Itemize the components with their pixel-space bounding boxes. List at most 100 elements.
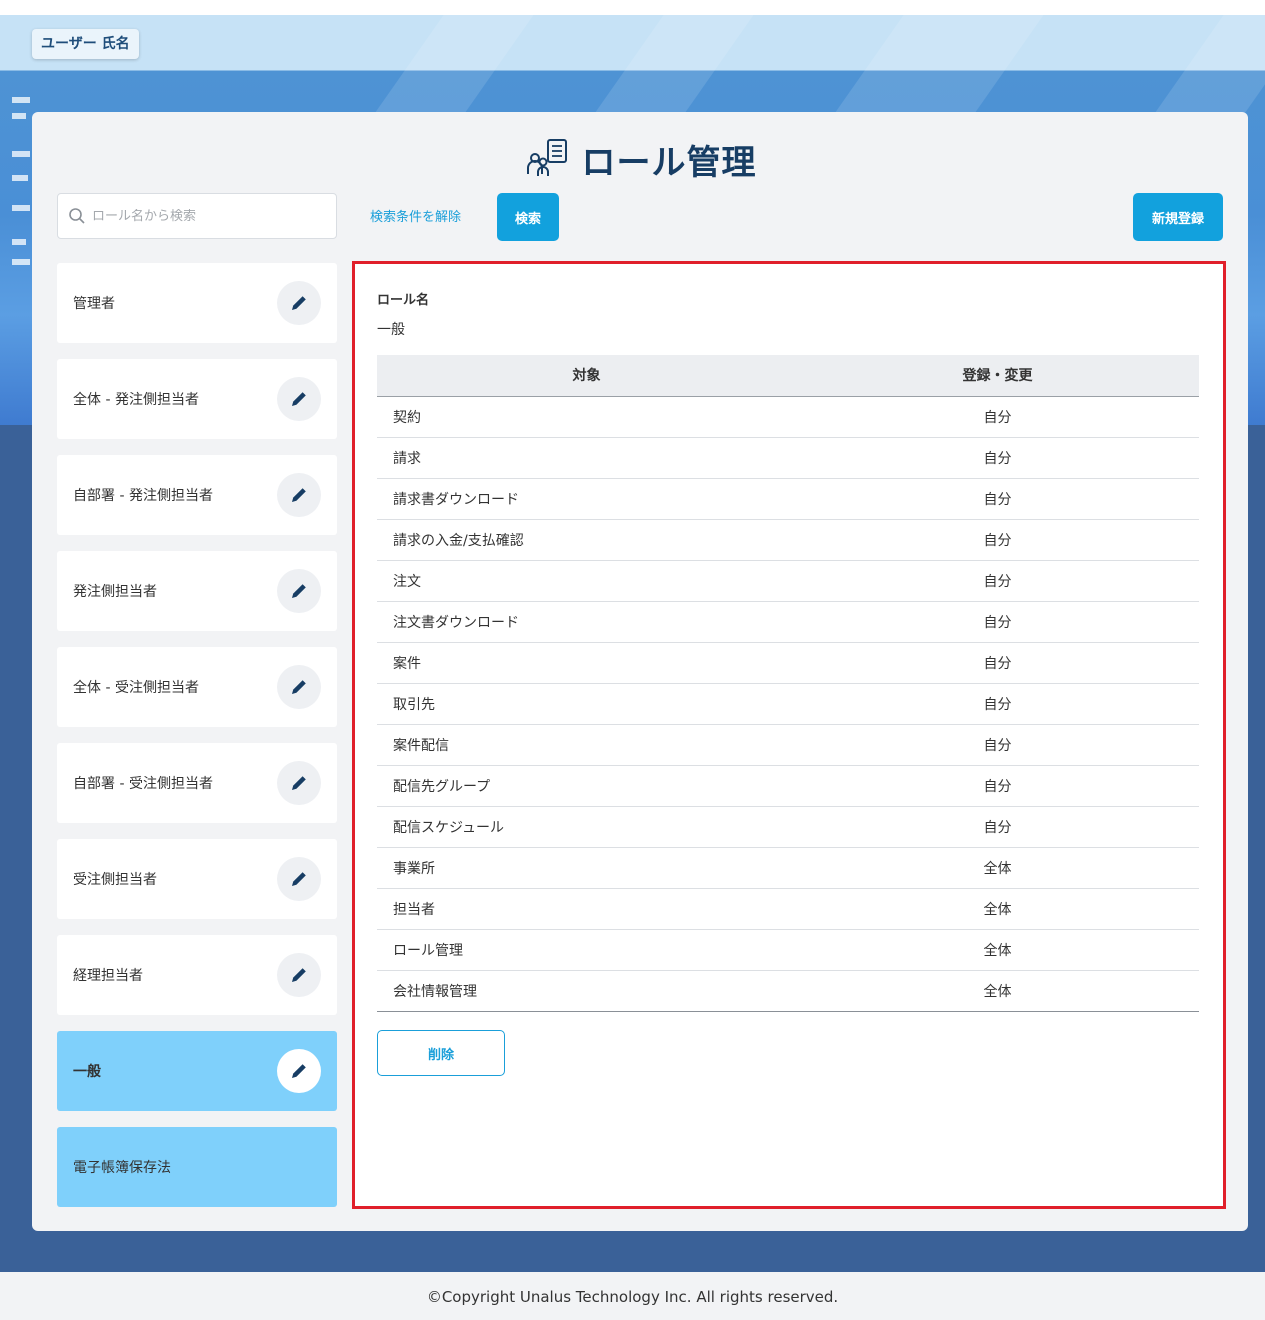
- permission-scope: 自分: [796, 560, 1199, 602]
- role-item[interactable]: 全体 - 受注側担当者: [57, 647, 337, 727]
- role-item-label: 受注側担当者: [73, 872, 157, 888]
- permission-scope: 自分: [796, 478, 1199, 520]
- banner-bar: [12, 259, 30, 265]
- table-row: 配信スケジュール 自分: [377, 806, 1199, 848]
- pencil-icon: [292, 296, 306, 310]
- role-management-icon: [526, 139, 567, 176]
- table-row: ロール管理 全体: [377, 929, 1199, 971]
- banner-bar: [12, 175, 28, 181]
- role-detail-panel: ロール名 一般 対象 登録・変更 契約 自分 請求 自分 請求書ダウンロード 自分 請求の入…: [352, 261, 1226, 1209]
- edit-role-button[interactable]: [277, 1049, 321, 1093]
- role-item[interactable]: 受注側担当者: [57, 839, 337, 919]
- permission-scope: 自分: [796, 683, 1199, 725]
- banner-bar: [12, 151, 30, 157]
- edit-role-button[interactable]: [277, 953, 321, 997]
- permission-target: 注文書ダウンロード: [377, 601, 796, 643]
- permission-target: 配信スケジュール: [377, 806, 796, 848]
- pencil-icon: [292, 392, 306, 406]
- table-row: 取引先 自分: [377, 683, 1199, 725]
- role-item[interactable]: 自部署 - 発注側担当者: [57, 455, 337, 535]
- banner-bar: [12, 113, 26, 119]
- role-item-label: 経理担当者: [73, 968, 143, 984]
- pencil-icon: [292, 776, 306, 790]
- page-title: ロール管理: [581, 142, 757, 183]
- edit-role-button[interactable]: [277, 569, 321, 613]
- role-item-label: 発注側担当者: [73, 584, 157, 600]
- permission-scope: 自分: [796, 519, 1199, 561]
- permission-scope: 全体: [796, 929, 1199, 971]
- permission-scope: 全体: [796, 847, 1199, 889]
- table-row: 案件配信 自分: [377, 724, 1199, 766]
- table-row: 担当者 全体: [377, 888, 1199, 930]
- clear-search-link[interactable]: 検索条件を解除: [370, 206, 461, 225]
- edit-role-button[interactable]: [277, 857, 321, 901]
- role-item-label: 電子帳簿保存法: [73, 1160, 171, 1176]
- permission-scope: 全体: [796, 970, 1199, 1012]
- role-item-label: 一般: [73, 1064, 101, 1080]
- permission-scope: 自分: [796, 601, 1199, 643]
- role-item-label: 管理者: [73, 296, 115, 312]
- column-header-target: 対象: [377, 355, 796, 397]
- role-name-value: 一般: [377, 322, 405, 338]
- permission-target: 請求: [377, 437, 796, 479]
- footer-copyright: ©Copyright Unalus Technology Inc. All ri…: [0, 1272, 1265, 1320]
- banner-bar: [12, 205, 30, 211]
- permission-table-body: 契約 自分 請求 自分 請求書ダウンロード 自分 請求の入金/支払確認 自分 注文 自分 注文書ダウ…: [377, 396, 1199, 1012]
- edit-role-button[interactable]: [277, 761, 321, 805]
- table-row: 事業所 全体: [377, 847, 1199, 889]
- new-role-button[interactable]: 新規登録: [1133, 193, 1223, 241]
- permission-target: 注文: [377, 560, 796, 602]
- permission-scope: 自分: [796, 396, 1199, 438]
- table-row: 配信先グループ 自分: [377, 765, 1199, 807]
- table-row: 請求 自分: [377, 437, 1199, 479]
- permission-scope: 自分: [796, 765, 1199, 807]
- table-row: 会社情報管理 全体: [377, 970, 1199, 1012]
- role-item[interactable]: 全体 - 発注側担当者: [57, 359, 337, 439]
- permission-target: 案件: [377, 642, 796, 684]
- permission-scope: 自分: [796, 724, 1199, 766]
- pencil-icon: [292, 872, 306, 886]
- pencil-icon: [292, 488, 306, 502]
- permission-target: 案件配信: [377, 724, 796, 766]
- edit-role-button[interactable]: [277, 473, 321, 517]
- table-row: 契約 自分: [377, 396, 1199, 438]
- search-icon: [69, 208, 85, 224]
- role-item[interactable]: 電子帳簿保存法: [57, 1127, 337, 1207]
- pencil-icon: [292, 1064, 306, 1078]
- role-item[interactable]: 発注側担当者: [57, 551, 337, 631]
- table-row: 注文書ダウンロード 自分: [377, 601, 1199, 643]
- permission-scope: 自分: [796, 437, 1199, 479]
- permission-scope: 自分: [796, 642, 1199, 684]
- permission-target: 会社情報管理: [377, 970, 796, 1012]
- role-list: 管理者 全体 - 発注側担当者 自部署 - 発注側担当者 発注側担当者 全体 -…: [57, 263, 337, 1223]
- delete-button[interactable]: 削除: [377, 1030, 505, 1076]
- table-header-row: 対象 登録・変更: [377, 355, 1199, 397]
- table-row: 請求の入金/支払確認 自分: [377, 519, 1199, 561]
- permission-target: ロール管理: [377, 929, 796, 971]
- role-item[interactable]: 管理者: [57, 263, 337, 343]
- role-item-label: 全体 - 発注側担当者: [73, 392, 199, 408]
- user-name-badge[interactable]: ユーザー 氏名: [32, 29, 139, 59]
- role-item[interactable]: 自部署 - 受注側担当者: [57, 743, 337, 823]
- main-card: ロール管理 検索条件を解除 検索 新規登録 管理者 全体 - 発注側担当者 自部…: [32, 112, 1248, 1231]
- role-item[interactable]: 経理担当者: [57, 935, 337, 1015]
- banner-bar: [12, 239, 26, 245]
- pencil-icon: [292, 968, 306, 982]
- permission-target: 請求書ダウンロード: [377, 478, 796, 520]
- banner-bar: [12, 97, 30, 103]
- permission-target: 事業所: [377, 847, 796, 889]
- search-input[interactable]: [92, 208, 332, 224]
- pencil-icon: [292, 584, 306, 598]
- permission-target: 取引先: [377, 683, 796, 725]
- permission-target: 担当者: [377, 888, 796, 930]
- permission-target: 契約: [377, 396, 796, 438]
- edit-role-button[interactable]: [277, 377, 321, 421]
- edit-role-button[interactable]: [277, 281, 321, 325]
- edit-role-button[interactable]: [277, 665, 321, 709]
- search-box[interactable]: [57, 193, 337, 239]
- role-item-selected[interactable]: 一般: [57, 1031, 337, 1111]
- search-button[interactable]: 検索: [497, 193, 559, 241]
- table-row: 請求書ダウンロード 自分: [377, 478, 1199, 520]
- role-name-label: ロール名: [377, 293, 430, 308]
- column-header-scope: 登録・変更: [796, 355, 1199, 397]
